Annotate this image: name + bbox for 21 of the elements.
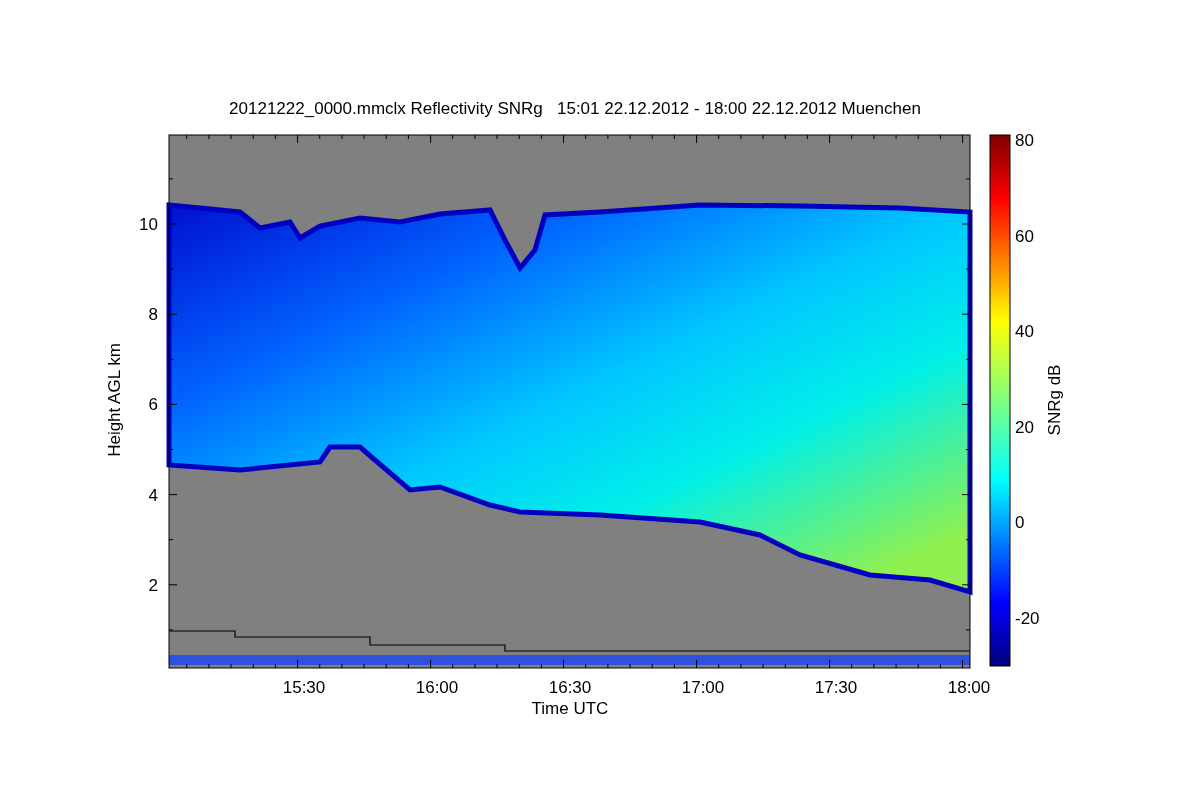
- x-tick-label: 17:00: [681, 678, 725, 697]
- colorbar-tick-label: 0: [1015, 513, 1025, 533]
- y-tick-label: 10: [139, 215, 158, 234]
- x-axis-label: Time UTC: [531, 699, 609, 718]
- y-tick-label: 2: [148, 575, 158, 595]
- x-tick-label: 16:00: [415, 678, 459, 697]
- y-tick-label: 4: [148, 485, 158, 505]
- colorbar-label: SNRg dB: [1045, 364, 1064, 436]
- colorbar-tick-label: 80: [1015, 131, 1034, 150]
- x-tick-label: 15:30: [282, 678, 326, 697]
- x-tick-label: 17:30: [814, 678, 858, 697]
- plot-title: 20121222_0000.mmclx Reflectivity SNRg 15:01 22.12.2012 - 18:00 22.12.2012 Muenchen: [229, 99, 921, 118]
- y-tick-label: 8: [148, 305, 158, 325]
- x-tick-label: 18:00: [947, 678, 991, 697]
- y-axis-label: Height AGL km: [105, 343, 124, 457]
- colorbar-tick-label: 60: [1015, 226, 1034, 246]
- x-tick-label: 16:30: [548, 678, 592, 697]
- y-tick-label: 6: [148, 395, 158, 415]
- colorbar-tick-label: -20: [1015, 609, 1040, 628]
- colorbar-tick-label: 20: [1015, 417, 1034, 437]
- colorbar-tick-label: 40: [1015, 322, 1034, 342]
